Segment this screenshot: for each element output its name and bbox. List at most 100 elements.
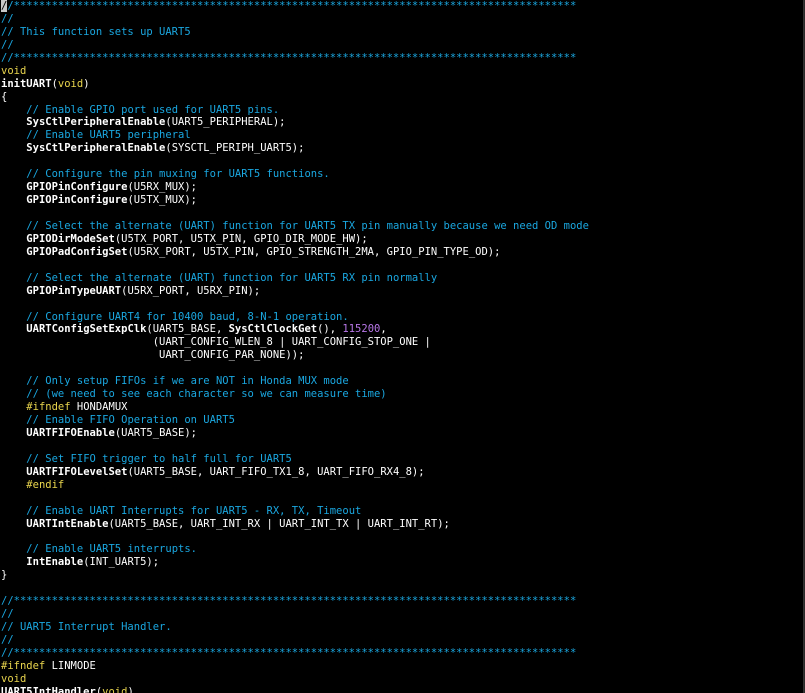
- code-line[interactable]: [1, 530, 589, 543]
- code-line[interactable]: {: [1, 91, 589, 104]
- code-line[interactable]: [1, 440, 589, 453]
- code-token-plain: LINMODE: [45, 659, 96, 672]
- code-line[interactable]: UARTFIFOEnable(UART5_BASE);: [1, 427, 589, 440]
- code-line[interactable]: #endif: [1, 479, 589, 492]
- code-line[interactable]: // UART5 Interrupt Handler.: [1, 621, 589, 634]
- code-token-comment: //**************************************…: [1, 595, 577, 608]
- code-line[interactable]: // Configure the pin muxing for UART5 fu…: [1, 168, 589, 181]
- code-token-func: UARTIntEnable: [26, 517, 109, 530]
- scrollbar[interactable]: [803, 0, 804, 693]
- code-line[interactable]: GPIOPinTypeUART(U5RX_PORT, U5RX_PIN);: [1, 285, 589, 298]
- code-line[interactable]: //**************************************…: [1, 52, 589, 65]
- code-line[interactable]: GPIODirModeSet(U5TX_PORT, U5TX_PIN, GPIO…: [1, 233, 589, 246]
- code-line[interactable]: [1, 492, 589, 505]
- code-token-comment: //**************************************…: [1, 646, 577, 659]
- code-line[interactable]: [1, 259, 589, 272]
- code-token-func: GPIOPinTypeUART: [26, 284, 122, 297]
- code-token-comment: //: [1, 38, 14, 51]
- code-line[interactable]: #ifndef HONDAMUX: [1, 401, 589, 414]
- code-line[interactable]: //: [1, 608, 589, 621]
- code-line[interactable]: [1, 362, 589, 375]
- code-line[interactable]: //: [1, 634, 589, 647]
- code-token-comment: // Select the alternate (UART) function …: [26, 271, 438, 284]
- code-line[interactable]: GPIOPadConfigSet(U5RX_PORT, U5TX_PIN, GP…: [1, 246, 589, 259]
- code-line[interactable]: UARTConfigSetExpClk(UART5_BASE, SysCtlCl…: [1, 323, 589, 336]
- code-line[interactable]: // Only setup FIFOs if we are NOT in Hon…: [1, 375, 589, 388]
- code-line[interactable]: //**************************************…: [1, 595, 589, 608]
- code-line[interactable]: SysCtlPeripheralEnable(UART5_PERIPHERAL)…: [1, 116, 589, 129]
- code-line[interactable]: // Select the alternate (UART) function …: [1, 220, 589, 233]
- code-line[interactable]: //: [1, 13, 589, 26]
- code-line[interactable]: // Enable UART5 peripheral: [1, 129, 589, 142]
- code-token-plain: (UART5_BASE, UART_INT_RX | UART_INT_TX |…: [108, 517, 450, 530]
- code-line[interactable]: // This function sets up UART5: [1, 26, 589, 39]
- code-line[interactable]: UARTFIFOLevelSet(UART5_BASE, UART_FIFO_T…: [1, 466, 589, 479]
- code-line[interactable]: }: [1, 569, 589, 582]
- code-line[interactable]: UART5IntHandler(void): [1, 686, 589, 693]
- code-line[interactable]: // Enable UART Interrupts for UART5 - RX…: [1, 505, 589, 518]
- code-line[interactable]: void: [1, 65, 589, 78]
- code-line[interactable]: [1, 298, 589, 311]
- code-token-comment: // Only setup FIFOs if we are NOT in Hon…: [26, 375, 349, 388]
- code-line[interactable]: [1, 155, 589, 168]
- code-token-plain: ): [127, 685, 134, 693]
- code-line[interactable]: // Set FIFO trigger to half full for UAR…: [1, 453, 589, 466]
- code-token-type: void: [102, 685, 128, 693]
- code-line[interactable]: UART_CONFIG_PAR_NONE));: [1, 349, 589, 362]
- code-line[interactable]: GPIOPinConfigure(U5RX_MUX);: [1, 181, 589, 194]
- code-line[interactable]: // (we need to see each character so we …: [1, 388, 589, 401]
- code-line[interactable]: // Enable UART5 interrupts.: [1, 543, 589, 556]
- code-token-pre: #ifndef: [1, 659, 46, 672]
- code-token-plain: HONDAMUX: [70, 401, 128, 414]
- code-token-comment: // Configure the pin muxing for UART5 fu…: [26, 168, 330, 181]
- code-token-type: void: [57, 77, 84, 90]
- code-line[interactable]: (UART_CONFIG_WLEN_8 | UART_CONFIG_STOP_O…: [1, 336, 589, 349]
- code-token-comment: // This function sets up UART5: [1, 25, 191, 38]
- code-line[interactable]: IntEnable(INT_UART5);: [1, 556, 589, 569]
- code-token-plain: (SYSCTL_PERIPH_UART5);: [165, 142, 305, 155]
- code-line[interactable]: // Select the alternate (UART) function …: [1, 272, 589, 285]
- code-token-plain: }: [1, 569, 8, 582]
- code-line[interactable]: [1, 582, 589, 595]
- code-line[interactable]: //**************************************…: [1, 0, 589, 13]
- code-line[interactable]: void: [1, 673, 589, 686]
- code-line[interactable]: // Configure UART4 for 10400 baud, 8-N-1…: [1, 311, 589, 324]
- code-editor[interactable]: //**************************************…: [0, 0, 805, 693]
- code-token-comment: // Enable UART5 interrupts.: [26, 543, 197, 556]
- code-line[interactable]: //**************************************…: [1, 647, 589, 660]
- code-line[interactable]: //: [1, 39, 589, 52]
- code-token-func: UART5IntHandler: [1, 685, 96, 693]
- code-line[interactable]: #ifndef LINMODE: [1, 660, 589, 673]
- code-token-func: UARTFIFOEnable: [26, 426, 115, 439]
- code-token-plain: UART_CONFIG_PAR_NONE));: [1, 349, 305, 362]
- code-line[interactable]: [1, 207, 589, 220]
- code-token-plain: (U5TX_PORT, U5TX_PIN, GPIO_DIR_MODE_HW);: [114, 232, 368, 245]
- code-line[interactable]: initUART(void): [1, 78, 589, 91]
- code-token-num: 115200: [342, 323, 381, 336]
- code-token-func: SysCtlClockGet: [228, 323, 318, 336]
- code-token-plain: (UART5_PERIPHERAL);: [165, 116, 286, 129]
- code-line[interactable]: UARTIntEnable(UART5_BASE, UART_INT_RX | …: [1, 518, 589, 531]
- code-line[interactable]: GPIOPinConfigure(U5TX_MUX);: [1, 194, 589, 207]
- code-token-func: SysCtlPeripheralEnable: [26, 142, 166, 155]
- code-token-plain: (UART_CONFIG_WLEN_8 | UART_CONFIG_STOP_O…: [1, 336, 431, 349]
- code-line[interactable]: // Enable FIFO Operation on UART5: [1, 414, 589, 427]
- code-token-plain: (UART5_BASE, UART_FIFO_TX1_8, UART_FIFO_…: [127, 465, 425, 478]
- code-line[interactable]: SysCtlPeripheralEnable(SYSCTL_PERIPH_UAR…: [1, 142, 589, 155]
- code-token-func: SysCtlPeripheralEnable: [26, 116, 166, 129]
- code-line[interactable]: // Enable GPIO port used for UART5 pins.: [1, 104, 589, 117]
- code-token-comment: // Enable FIFO Operation on UART5: [26, 414, 235, 426]
- code-text-area[interactable]: //**************************************…: [1, 0, 589, 693]
- code-token-comment: // (we need to see each character so we …: [26, 388, 387, 401]
